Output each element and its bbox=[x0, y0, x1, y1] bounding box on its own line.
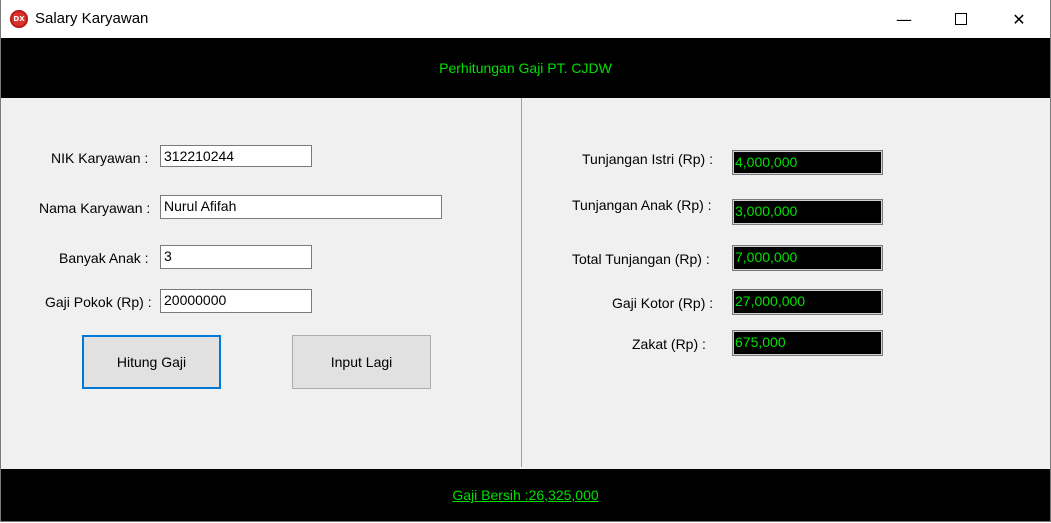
close-icon: ✕ bbox=[1012, 9, 1026, 29]
nik-input[interactable]: 312210244 bbox=[160, 145, 312, 167]
close-button[interactable]: ✕ bbox=[990, 0, 1048, 38]
zakat-label: Zakat (Rp) : bbox=[632, 336, 706, 352]
tunjangan-anak-output[interactable]: 3,000,000 bbox=[732, 199, 883, 225]
input-panel: NIK Karyawan : 312210244 Nama Karyawan :… bbox=[1, 98, 522, 467]
tunjangan-anak-label: Tunjangan Anak (Rp) : bbox=[572, 197, 712, 213]
app-window: DX Salary Karyawan — ✕ Perhitungan Gaji … bbox=[0, 0, 1051, 522]
nama-input[interactable]: Nurul Afifah bbox=[160, 195, 442, 219]
maximize-icon bbox=[955, 13, 967, 25]
window-title: Salary Karyawan bbox=[35, 10, 149, 27]
gaji-pokok-input[interactable]: 20000000 bbox=[160, 289, 312, 313]
nama-label: Nama Karyawan : bbox=[39, 200, 151, 216]
result-panel: Tunjangan Istri (Rp) : 4,000,000 Tunjang… bbox=[522, 98, 1050, 467]
gaji-kotor-output[interactable]: 27,000,000 bbox=[732, 289, 883, 315]
header-banner: Perhitungan Gaji PT. CJDW bbox=[1, 38, 1050, 98]
zakat-output[interactable]: 675,000 bbox=[732, 330, 883, 356]
tunjangan-istri-label: Tunjangan Istri (Rp) : bbox=[582, 151, 713, 167]
total-tunjangan-output[interactable]: 7,000,000 bbox=[732, 245, 883, 271]
banyak-anak-input[interactable]: 3 bbox=[160, 245, 312, 269]
banyak-anak-label: Banyak Anak : bbox=[59, 250, 149, 266]
header-title: Perhitungan Gaji PT. CJDW bbox=[439, 60, 612, 76]
maximize-button[interactable] bbox=[932, 0, 990, 38]
minimize-icon: — bbox=[896, 9, 912, 29]
gaji-pokok-label: Gaji Pokok (Rp) : bbox=[45, 294, 152, 310]
title-bar[interactable]: DX Salary Karyawan — ✕ bbox=[1, 0, 1050, 38]
gaji-kotor-label: Gaji Kotor (Rp) : bbox=[612, 295, 714, 311]
nik-label: NIK Karyawan : bbox=[51, 150, 149, 166]
gaji-bersih-link[interactable]: Gaji Bersih :26,325,000 bbox=[452, 487, 598, 503]
tunjangan-istri-output[interactable]: 4,000,000 bbox=[732, 150, 883, 175]
footer-banner: Gaji Bersih :26,325,000 bbox=[1, 469, 1050, 521]
input-lagi-button[interactable]: Input Lagi bbox=[292, 335, 431, 389]
minimize-button[interactable]: — bbox=[875, 0, 933, 38]
app-icon[interactable]: DX bbox=[10, 10, 28, 28]
hitung-gaji-button[interactable]: Hitung Gaji bbox=[82, 335, 221, 389]
total-tunjangan-label: Total Tunjangan (Rp) : bbox=[572, 251, 710, 267]
